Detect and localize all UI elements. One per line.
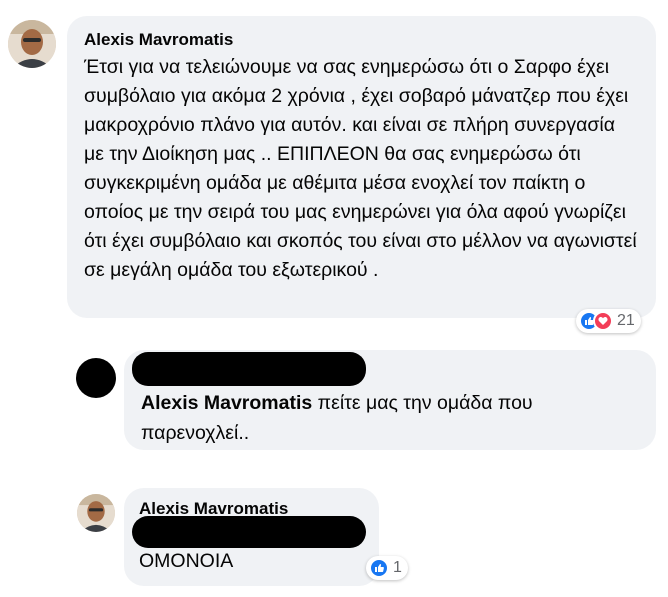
- redacted-author-name: [132, 352, 366, 386]
- redacted-mention: [132, 516, 366, 548]
- like-icon: [369, 558, 389, 578]
- avatar[interactable]: [76, 358, 116, 398]
- mention-link[interactable]: Alexis Mavromatis: [141, 392, 312, 414]
- comment-text: Alexis Mavromatis πείτε μας την ομάδα πο…: [141, 388, 640, 448]
- profile-photo-icon: [8, 20, 56, 68]
- reaction-summary[interactable]: 21: [576, 309, 641, 333]
- reaction-count: 21: [617, 312, 635, 329]
- reaction-count: 1: [393, 559, 402, 576]
- comment-bubble: Alexis Mavromatis Έτσι για να τελειώνουμ…: [67, 16, 656, 318]
- comment-text: ΟΜΟΝΟΙΑ: [139, 550, 234, 572]
- love-icon: [593, 311, 613, 331]
- avatar[interactable]: [77, 494, 115, 532]
- comment-text: Έτσι για να τελειώνουμε να σας ενημερώσω…: [84, 56, 637, 281]
- avatar[interactable]: [8, 20, 56, 68]
- profile-photo-icon: [77, 494, 115, 532]
- reaction-summary[interactable]: 1: [366, 556, 408, 580]
- comment-author[interactable]: Alexis Mavromatis: [84, 30, 640, 50]
